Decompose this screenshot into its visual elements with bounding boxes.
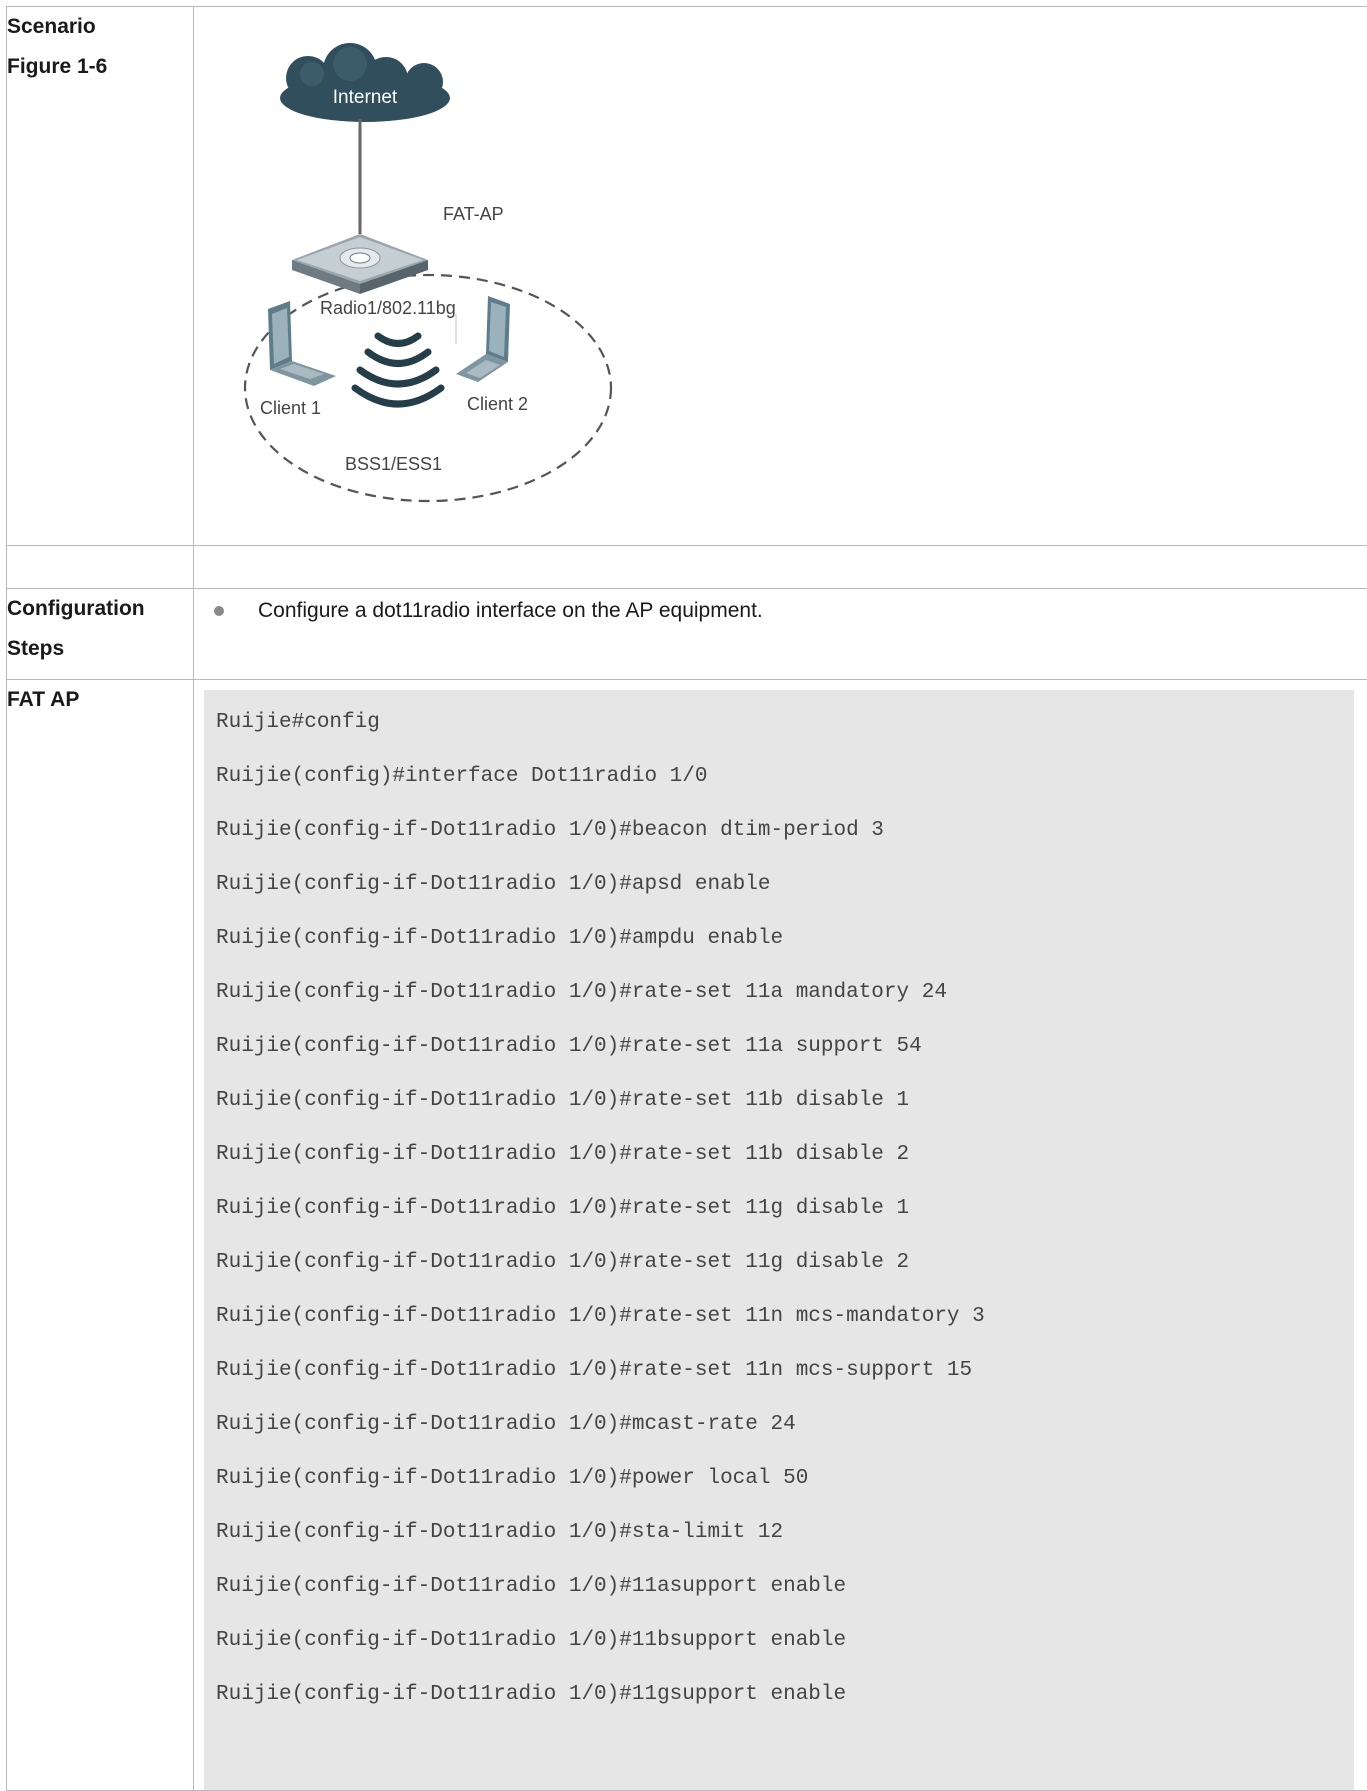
code-line: Ruijie(config-if-Dot11radio 1/0)#rate-se… (216, 966, 1354, 1020)
bullet-icon (214, 606, 224, 616)
access-point-icon (292, 234, 428, 294)
client-2-label: Client 2 (467, 394, 528, 414)
radio-label: Radio1/802.11bg (320, 298, 456, 318)
fat-ap-label: FAT AP (7, 680, 194, 1791)
internet-label: Internet (333, 87, 398, 108)
code-line: Ruijie(config-if-Dot11radio 1/0)#rate-se… (216, 1128, 1354, 1182)
config-steps-cell: Configure a dot11radio interface on the … (194, 589, 1367, 680)
code-line: Ruijie(config-if-Dot11radio 1/0)#mcast-r… (216, 1398, 1354, 1452)
code-block: Ruijie#configRuijie(config)#interface Do… (204, 690, 1354, 1790)
client-2-laptop-icon (456, 296, 510, 382)
code-line: Ruijie(config-if-Dot11radio 1/0)#rate-se… (216, 1020, 1354, 1074)
wireless-signal-icon (355, 336, 441, 404)
scenario-row: Scenario Figure 1-6 (7, 7, 1367, 546)
fat-ap-row: FAT AP Ruijie#configRuijie(config)#inter… (7, 680, 1367, 1791)
code-line: Ruijie(config-if-Dot11radio 1/0)#11bsupp… (216, 1614, 1354, 1668)
ap-label: FAT-AP (443, 204, 504, 224)
code-cell: Ruijie#configRuijie(config)#interface Do… (194, 680, 1367, 1791)
scenario-label: Scenario (7, 7, 193, 47)
config-table: Scenario Figure 1-6 Configuration Steps … (6, 6, 1367, 1791)
config-steps-label: Configuration Steps (7, 589, 194, 680)
network-diagram: Internet FAT-AP Radio1/802.11bg Client 1… (220, 24, 650, 534)
step-text: Configure a dot11radio interface on the … (258, 597, 763, 625)
code-line: Ruijie(config-if-Dot11radio 1/0)#beacon … (216, 804, 1354, 858)
code-line: Ruijie(config-if-Dot11radio 1/0)#rate-se… (216, 1344, 1354, 1398)
code-line: Ruijie(config-if-Dot11radio 1/0)#ampdu e… (216, 912, 1354, 966)
blank-cell-left (7, 546, 194, 589)
code-line: Ruijie(config-if-Dot11radio 1/0)#11gsupp… (216, 1668, 1354, 1722)
code-line: Ruijie(config-if-Dot11radio 1/0)#rate-se… (216, 1074, 1354, 1128)
code-line: Ruijie(config-if-Dot11radio 1/0)#power l… (216, 1452, 1354, 1506)
figure-label: Figure 1-6 (7, 47, 193, 87)
scenario-label-cell: Scenario Figure 1-6 (7, 7, 194, 546)
step-item: Configure a dot11radio interface on the … (194, 589, 1367, 625)
code-line: Ruijie(config-if-Dot11radio 1/0)#sta-lim… (216, 1506, 1354, 1560)
code-line: Ruijie(config-if-Dot11radio 1/0)#11asupp… (216, 1560, 1354, 1614)
code-line: Ruijie(config-if-Dot11radio 1/0)#rate-se… (216, 1182, 1354, 1236)
blank-cell-right (194, 546, 1367, 589)
code-line: Ruijie(config)#interface Dot11radio 1/0 (216, 750, 1354, 804)
internet-cloud-icon (280, 43, 450, 122)
code-line: Ruijie(config-if-Dot11radio 1/0)#apsd en… (216, 858, 1354, 912)
bss-label: BSS1/ESS1 (345, 454, 442, 474)
code-line: Ruijie(config-if-Dot11radio 1/0)#rate-se… (216, 1290, 1354, 1344)
config-steps-row: Configuration Steps Configure a dot11rad… (7, 589, 1367, 680)
code-line: Ruijie(config-if-Dot11radio 1/0)#rate-se… (216, 1236, 1354, 1290)
code-line: Ruijie#config (216, 696, 1354, 750)
client-1-label: Client 1 (260, 398, 321, 418)
blank-row (7, 546, 1367, 589)
